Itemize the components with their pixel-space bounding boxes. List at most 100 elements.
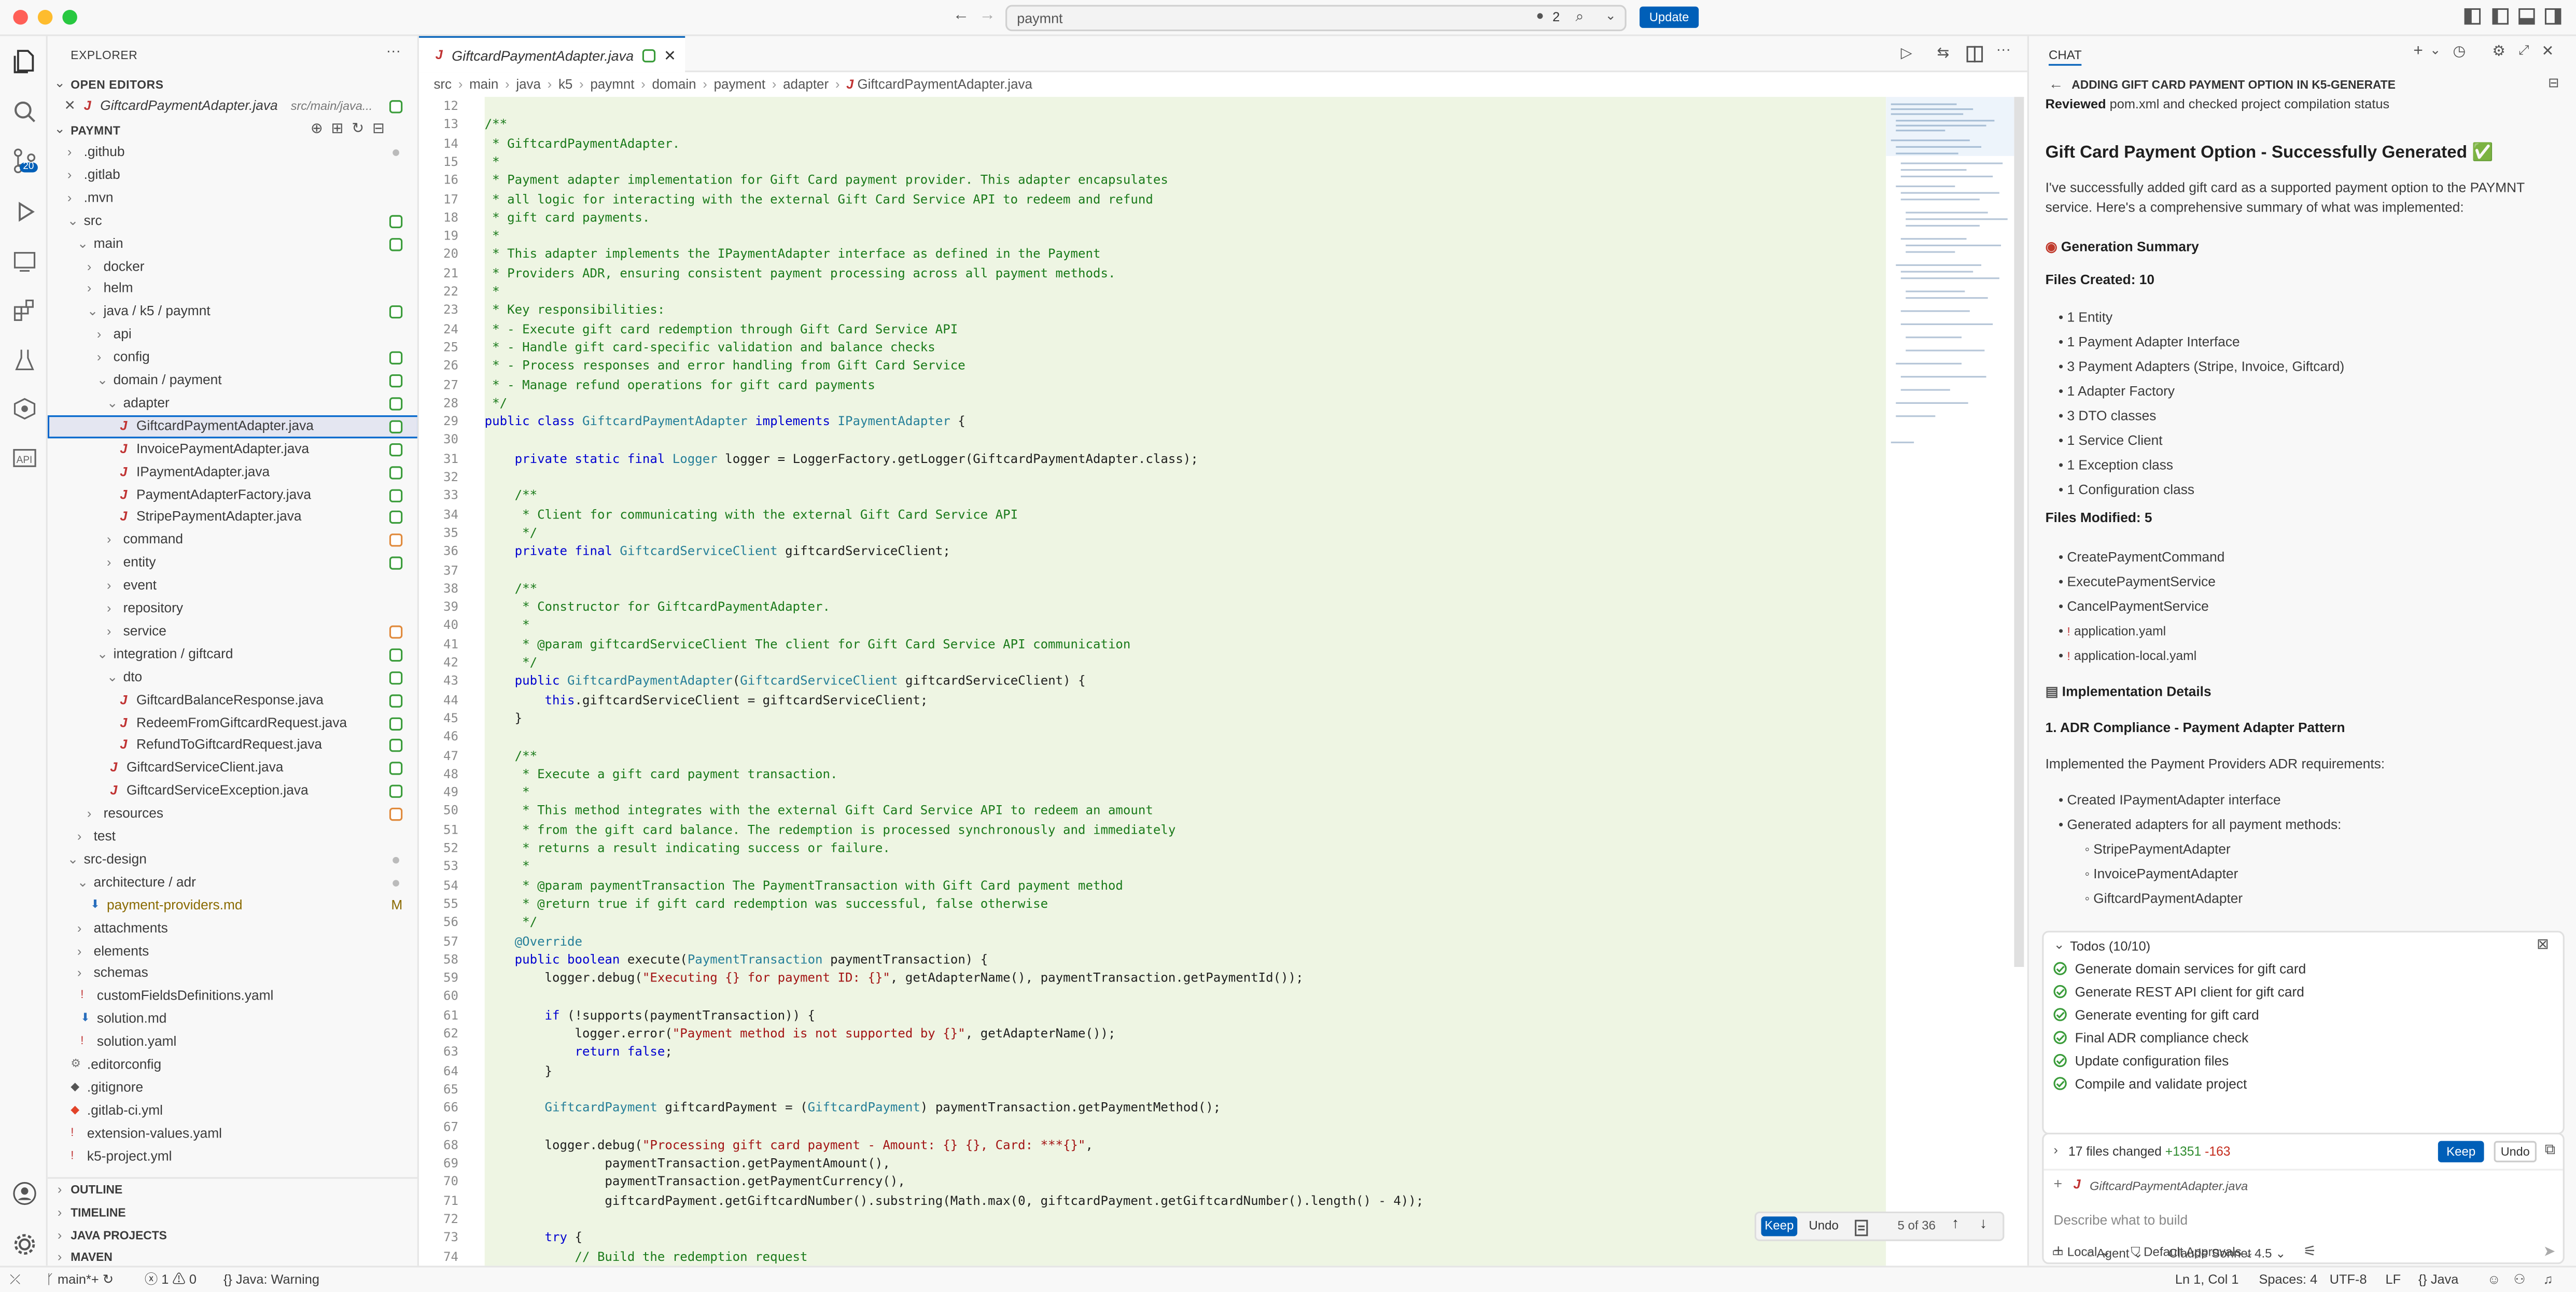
tools-icon[interactable]: ⚟: [2303, 1243, 2317, 1261]
close-window-button[interactable]: [13, 9, 28, 25]
compare-changes-icon[interactable]: ⇆: [1937, 44, 1950, 62]
run-icon[interactable]: ▷: [1901, 44, 1912, 62]
tree-item[interactable]: › resources: [48, 803, 417, 826]
tree-item[interactable]: J GiftcardPaymentAdapter.java: [47, 415, 417, 438]
tree-item[interactable]: › attachments: [48, 917, 417, 940]
api-icon[interactable]: API: [11, 445, 38, 471]
forward-arrow-icon[interactable]: →: [979, 7, 996, 25]
sidebar-section-java-projects[interactable]: › JAVA PROJECTS: [48, 1224, 417, 1247]
close-panel-icon[interactable]: ✕: [2541, 43, 2554, 61]
tree-item[interactable]: › command: [48, 529, 417, 552]
back-arrow-icon[interactable]: ←: [953, 7, 970, 25]
chevron-right-icon[interactable]: ›: [77, 963, 81, 986]
chevron-down-icon[interactable]: ⌄: [107, 392, 118, 415]
editor-scrollbar[interactable]: [2014, 96, 2024, 967]
chevron-right-icon[interactable]: ›: [87, 803, 91, 826]
chevron-right-icon[interactable]: ›: [2053, 1143, 2057, 1157]
chevron-down-icon[interactable]: ⌄: [1605, 8, 1616, 23]
add-file-icon[interactable]: +: [2053, 1175, 2062, 1192]
tree-item[interactable]: › .github: [48, 141, 417, 164]
code-editor[interactable]: /** * GiftcardPaymentAdapter. * * Paymen…: [484, 96, 1886, 1266]
chevron-down-icon[interactable]: ⌄: [2430, 43, 2441, 57]
chevron-right-icon[interactable]: ›: [77, 826, 81, 849]
tree-item[interactable]: ⌄ main: [48, 232, 417, 255]
chevron-right-icon[interactable]: ›: [77, 940, 81, 963]
open-diff-icon[interactable]: [1855, 1219, 1868, 1237]
sidebar-section-maven[interactable]: › MAVEN: [48, 1247, 417, 1266]
chevron-right-icon[interactable]: ›: [58, 1201, 62, 1224]
sidebar-section-outline[interactable]: › OUTLINE: [48, 1179, 417, 1202]
breadcrumb-item[interactable]: domain: [652, 77, 696, 92]
java-status[interactable]: {} Java: Warning: [223, 1268, 319, 1292]
tree-item[interactable]: ⬇ solution.md: [48, 1008, 417, 1031]
copilot-icon[interactable]: ☺: [2487, 1268, 2501, 1292]
approvals-select[interactable]: ⛉ Default Approvals ⌄: [2131, 1244, 2251, 1261]
chat-input[interactable]: Describe what to build: [2053, 1212, 2188, 1228]
chevron-down-icon[interactable]: ⌄: [77, 232, 88, 255]
tree-item[interactable]: ! customFieldsDefinitions.yaml: [48, 986, 417, 1008]
extensions-icon[interactable]: [11, 297, 38, 324]
layout-icon[interactable]: [2464, 8, 2481, 25]
tree-item[interactable]: ⌄ dto: [48, 666, 417, 689]
tree-item[interactable]: J InvoicePaymentAdapter.java: [48, 438, 417, 460]
local-select[interactable]: ▭ Local ⌄: [2052, 1244, 2111, 1259]
minimize-window-button[interactable]: [37, 9, 53, 25]
breadcrumb-item[interactable]: GiftcardPaymentAdapter.java: [857, 77, 1032, 92]
tree-item[interactable]: ◆ .gitignore: [48, 1077, 417, 1100]
explorer-actions-icons[interactable]: ⊕⊞↻⊟: [311, 120, 393, 138]
chevron-right-icon[interactable]: ›: [58, 1224, 62, 1247]
tree-item[interactable]: J RefundToGiftcardRequest.java: [48, 735, 417, 757]
tree-item[interactable]: ⌄ integration / giftcard: [48, 643, 417, 666]
next-change-icon[interactable]: ↓: [1980, 1215, 1987, 1231]
tree-item[interactable]: › test: [48, 826, 417, 849]
explorer-icon[interactable]: [11, 48, 38, 74]
chevron-right-icon[interactable]: ›: [107, 598, 111, 621]
tree-item[interactable]: ⌄ adapter: [48, 392, 417, 415]
more-actions-icon[interactable]: ···: [1996, 41, 2011, 58]
close-icon[interactable]: ✕: [64, 95, 76, 118]
testing-icon[interactable]: [11, 346, 38, 373]
tree-item[interactable]: › .gitlab: [48, 164, 417, 187]
update-button[interactable]: Update: [1640, 6, 1699, 28]
remote-icon[interactable]: ⤫: [10, 1268, 20, 1292]
history-icon[interactable]: ◷: [2453, 43, 2466, 61]
tree-item[interactable]: › api: [48, 324, 417, 346]
new-chat-icon[interactable]: +: [2413, 43, 2423, 61]
chevron-right-icon[interactable]: ›: [77, 917, 81, 940]
account-icon[interactable]: [11, 1181, 38, 1207]
chevron-down-icon[interactable]: ⌄: [97, 643, 108, 666]
sidebar-section-timeline[interactable]: › TIMELINE: [48, 1201, 417, 1224]
tree-item[interactable]: › event: [48, 575, 417, 598]
breadcrumb-item[interactable]: payment: [714, 77, 766, 92]
problems-item[interactable]: ⓧ 1 ⚠ 0: [145, 1268, 197, 1292]
eol[interactable]: LF: [2385, 1268, 2401, 1292]
chevron-down-icon[interactable]: ⌄: [54, 121, 65, 136]
open-editor-item[interactable]: ✕ J GiftcardPaymentAdapter.java src/main…: [48, 95, 417, 118]
tab-giftcard-payment-adapter[interactable]: J GiftcardPaymentAdapter.java ✕: [418, 36, 685, 74]
keep-change-button[interactable]: Keep: [1761, 1216, 1798, 1237]
cursor-position[interactable]: Ln 1, Col 1: [2175, 1268, 2239, 1292]
chat-icon[interactable]: ⌕: [1575, 8, 1584, 26]
indentation[interactable]: Spaces: 4: [2259, 1268, 2318, 1292]
tree-item[interactable]: ! k5-project.yml: [48, 1145, 417, 1168]
chevron-right-icon[interactable]: ›: [87, 255, 91, 278]
tree-item[interactable]: J PaymentAdapterFactory.java: [48, 484, 417, 507]
tree-item[interactable]: ! extension-values.yaml: [48, 1122, 417, 1145]
chevron-right-icon[interactable]: ›: [67, 187, 72, 209]
toggle-layout-icon[interactable]: ⊟: [2548, 76, 2559, 90]
tree-item[interactable]: ◆ .gitlab-ci.yml: [48, 1100, 417, 1122]
feedback-icon[interactable]: ⚇: [2514, 1268, 2526, 1292]
breadcrumb-item[interactable]: main: [469, 77, 498, 92]
command-center-search[interactable]: paymnt ● 2 ⌕ ⌄: [1005, 5, 1627, 32]
search-icon[interactable]: [11, 99, 38, 125]
notifications-bell-icon[interactable]: ♫: [2543, 1268, 2553, 1292]
branch-item[interactable]: ᚴ main*+ ↻: [46, 1268, 114, 1292]
close-tab-icon[interactable]: ✕: [664, 38, 676, 74]
chevron-right-icon[interactable]: ›: [107, 529, 111, 552]
chevron-down-icon[interactable]: ⌄: [67, 849, 78, 872]
manage-gear-icon[interactable]: [11, 1231, 38, 1258]
zoom-window-button[interactable]: [62, 9, 77, 25]
chevron-right-icon[interactable]: ›: [107, 575, 111, 598]
chevron-right-icon[interactable]: ›: [58, 1247, 62, 1266]
tree-item[interactable]: › helm: [48, 278, 417, 301]
